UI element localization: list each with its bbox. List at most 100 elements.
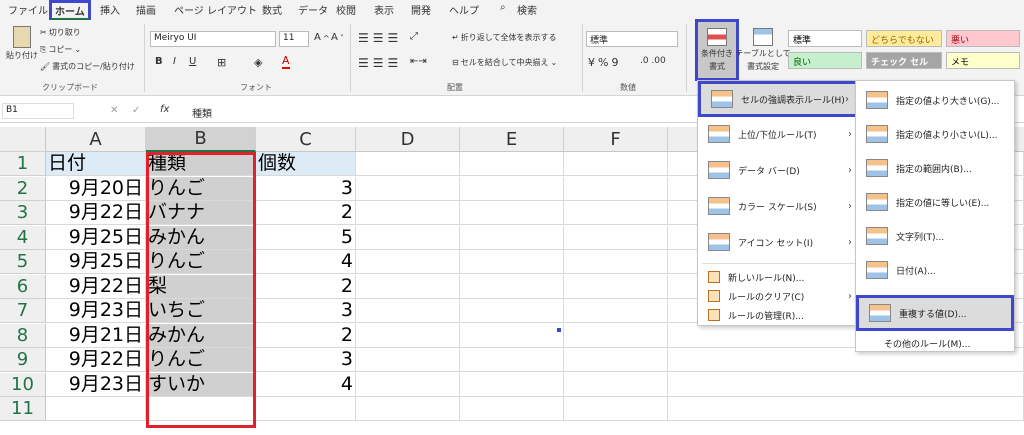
menu-manage-rules[interactable]: ルールの管理(R)...	[698, 305, 858, 325]
cell[interactable]	[564, 323, 668, 348]
tab-draw[interactable]: 描画	[136, 2, 156, 17]
row-header[interactable]: 3	[0, 201, 46, 225]
cell[interactable]	[460, 372, 564, 397]
style-neutral[interactable]: どちらでもない	[866, 30, 942, 47]
horizontal-align-buttons[interactable]: ☰☰☰	[358, 56, 402, 70]
cell[interactable]	[356, 201, 460, 225]
row-header[interactable]: 1	[0, 152, 46, 176]
tab-view[interactable]: 表示	[374, 2, 394, 17]
cell[interactable]	[564, 274, 668, 299]
cell[interactable]: 3	[256, 348, 356, 372]
cell[interactable]	[356, 250, 460, 274]
number-format-select[interactable]: 標準	[586, 31, 678, 47]
cell[interactable]	[564, 152, 668, 176]
row-header[interactable]: 6	[0, 274, 46, 299]
decrease-font-button[interactable]: Aˇ	[331, 32, 344, 43]
decimal-buttons[interactable]: .0 .00	[640, 56, 666, 66]
merge-center-button[interactable]: ⊟ セルを結合して中央揃え ⌄	[452, 57, 557, 68]
cell[interactable]	[256, 397, 356, 421]
cell[interactable]: 日付	[46, 152, 146, 176]
cell[interactable]	[460, 348, 564, 372]
row-header[interactable]: 7	[0, 299, 46, 323]
cell[interactable]	[356, 372, 460, 397]
cell[interactable]	[564, 397, 668, 421]
submenu-equal-to[interactable]: 指定の値に等しい(E)...	[856, 185, 1014, 219]
submenu-greater-than[interactable]: 指定の値より大きい(G)...	[856, 83, 1014, 117]
bold-button[interactable]: B	[155, 56, 163, 67]
style-note[interactable]: メモ	[946, 52, 1020, 69]
cell[interactable]	[356, 225, 460, 250]
cell[interactable]	[564, 372, 668, 397]
submenu-more-rules[interactable]: その他のルール(M)...	[856, 333, 1014, 353]
cell[interactable]: 5	[256, 225, 356, 250]
menu-clear-rules[interactable]: ルールのクリア(C) ›	[698, 286, 858, 306]
tab-home[interactable]: ホーム	[49, 0, 91, 20]
function-icon[interactable]: fx	[160, 104, 169, 115]
col-header-f[interactable]: F	[564, 127, 668, 152]
cell[interactable]	[356, 348, 460, 372]
cell[interactable]	[460, 152, 564, 176]
paste-button[interactable]: 貼り付け	[6, 26, 38, 61]
conditional-format-button[interactable]: 条件付き 書式	[695, 19, 739, 81]
cell[interactable]	[668, 372, 1024, 397]
cell[interactable]	[564, 250, 668, 274]
confirm-icon[interactable]: ✓	[132, 105, 140, 116]
menu-new-rule[interactable]: 新しいルール(N)...	[698, 267, 858, 287]
cell[interactable]	[668, 397, 1024, 421]
col-header-e[interactable]: E	[460, 127, 564, 152]
menu-highlight-cells-rules[interactable]: セルの強調表示ルール(H) ›	[698, 81, 858, 117]
search-label[interactable]: 検索	[517, 2, 537, 17]
name-box[interactable]: B1	[2, 103, 74, 119]
cell[interactable]	[564, 299, 668, 323]
select-all-corner[interactable]	[0, 127, 46, 152]
number-format-buttons[interactable]: ¥%9	[588, 56, 621, 69]
tab-data[interactable]: データ	[298, 2, 328, 17]
col-header-a[interactable]: A	[46, 127, 146, 152]
cell[interactable]	[460, 299, 564, 323]
col-header-b[interactable]: B	[146, 127, 256, 152]
cell[interactable]: 9月23日	[46, 299, 146, 323]
cell[interactable]	[564, 176, 668, 201]
tab-insert[interactable]: 挿入	[100, 2, 120, 17]
cell[interactable]	[356, 397, 460, 421]
formula-content[interactable]: 種類	[192, 105, 212, 120]
cell[interactable]: 4	[256, 250, 356, 274]
font-color-button[interactable]: A	[282, 54, 290, 69]
fill-color-button[interactable]: ◈	[254, 56, 262, 69]
cancel-icon[interactable]: ✕	[110, 105, 118, 116]
cell[interactable]: 9月22日	[46, 274, 146, 299]
format-painter-button[interactable]: 🖌 書式のコピー/貼り付け	[40, 61, 135, 72]
submenu-date[interactable]: 日付(A)...	[856, 253, 1014, 287]
cell[interactable]: 9月25日	[46, 250, 146, 274]
format-as-table-button[interactable]: テーブルとして 書式設定	[735, 28, 791, 72]
tab-file[interactable]: ファイル	[8, 2, 48, 17]
cut-button[interactable]: ✂ 切り取り	[40, 27, 81, 38]
italic-button[interactable]: I	[173, 56, 176, 67]
style-good[interactable]: 良い	[788, 52, 862, 69]
cell[interactable]	[356, 152, 460, 176]
increase-font-button[interactable]: A ^	[314, 32, 330, 43]
cell[interactable]: 9月22日	[46, 348, 146, 372]
border-button[interactable]: ⊞	[217, 56, 226, 69]
row-header[interactable]: 11	[0, 397, 46, 421]
cell[interactable]: 3	[256, 299, 356, 323]
orientation-button[interactable]: ⤢	[410, 31, 418, 42]
row-header[interactable]: 2	[0, 176, 46, 201]
vertical-align-buttons[interactable]: ☰☰☰	[358, 31, 402, 45]
tab-help[interactable]: ヘルプ	[449, 2, 479, 17]
col-header-c[interactable]: C	[256, 127, 356, 152]
cell[interactable]	[356, 299, 460, 323]
menu-icon-sets[interactable]: アイコン セット(I) ›	[698, 225, 858, 259]
cell[interactable]	[460, 250, 564, 274]
font-name-select[interactable]: Meiryo UI	[150, 31, 276, 47]
cell[interactable]: 9月20日	[46, 176, 146, 201]
cell[interactable]	[356, 323, 460, 348]
cell[interactable]	[460, 274, 564, 299]
cell[interactable]	[460, 225, 564, 250]
row-header[interactable]: 8	[0, 323, 46, 348]
submenu-less-than[interactable]: 指定の値より小さい(L)...	[856, 117, 1014, 151]
font-size-select[interactable]: 11	[279, 31, 309, 47]
cell[interactable]: 2	[256, 323, 356, 348]
cell[interactable]	[460, 176, 564, 201]
row-header[interactable]: 9	[0, 348, 46, 372]
